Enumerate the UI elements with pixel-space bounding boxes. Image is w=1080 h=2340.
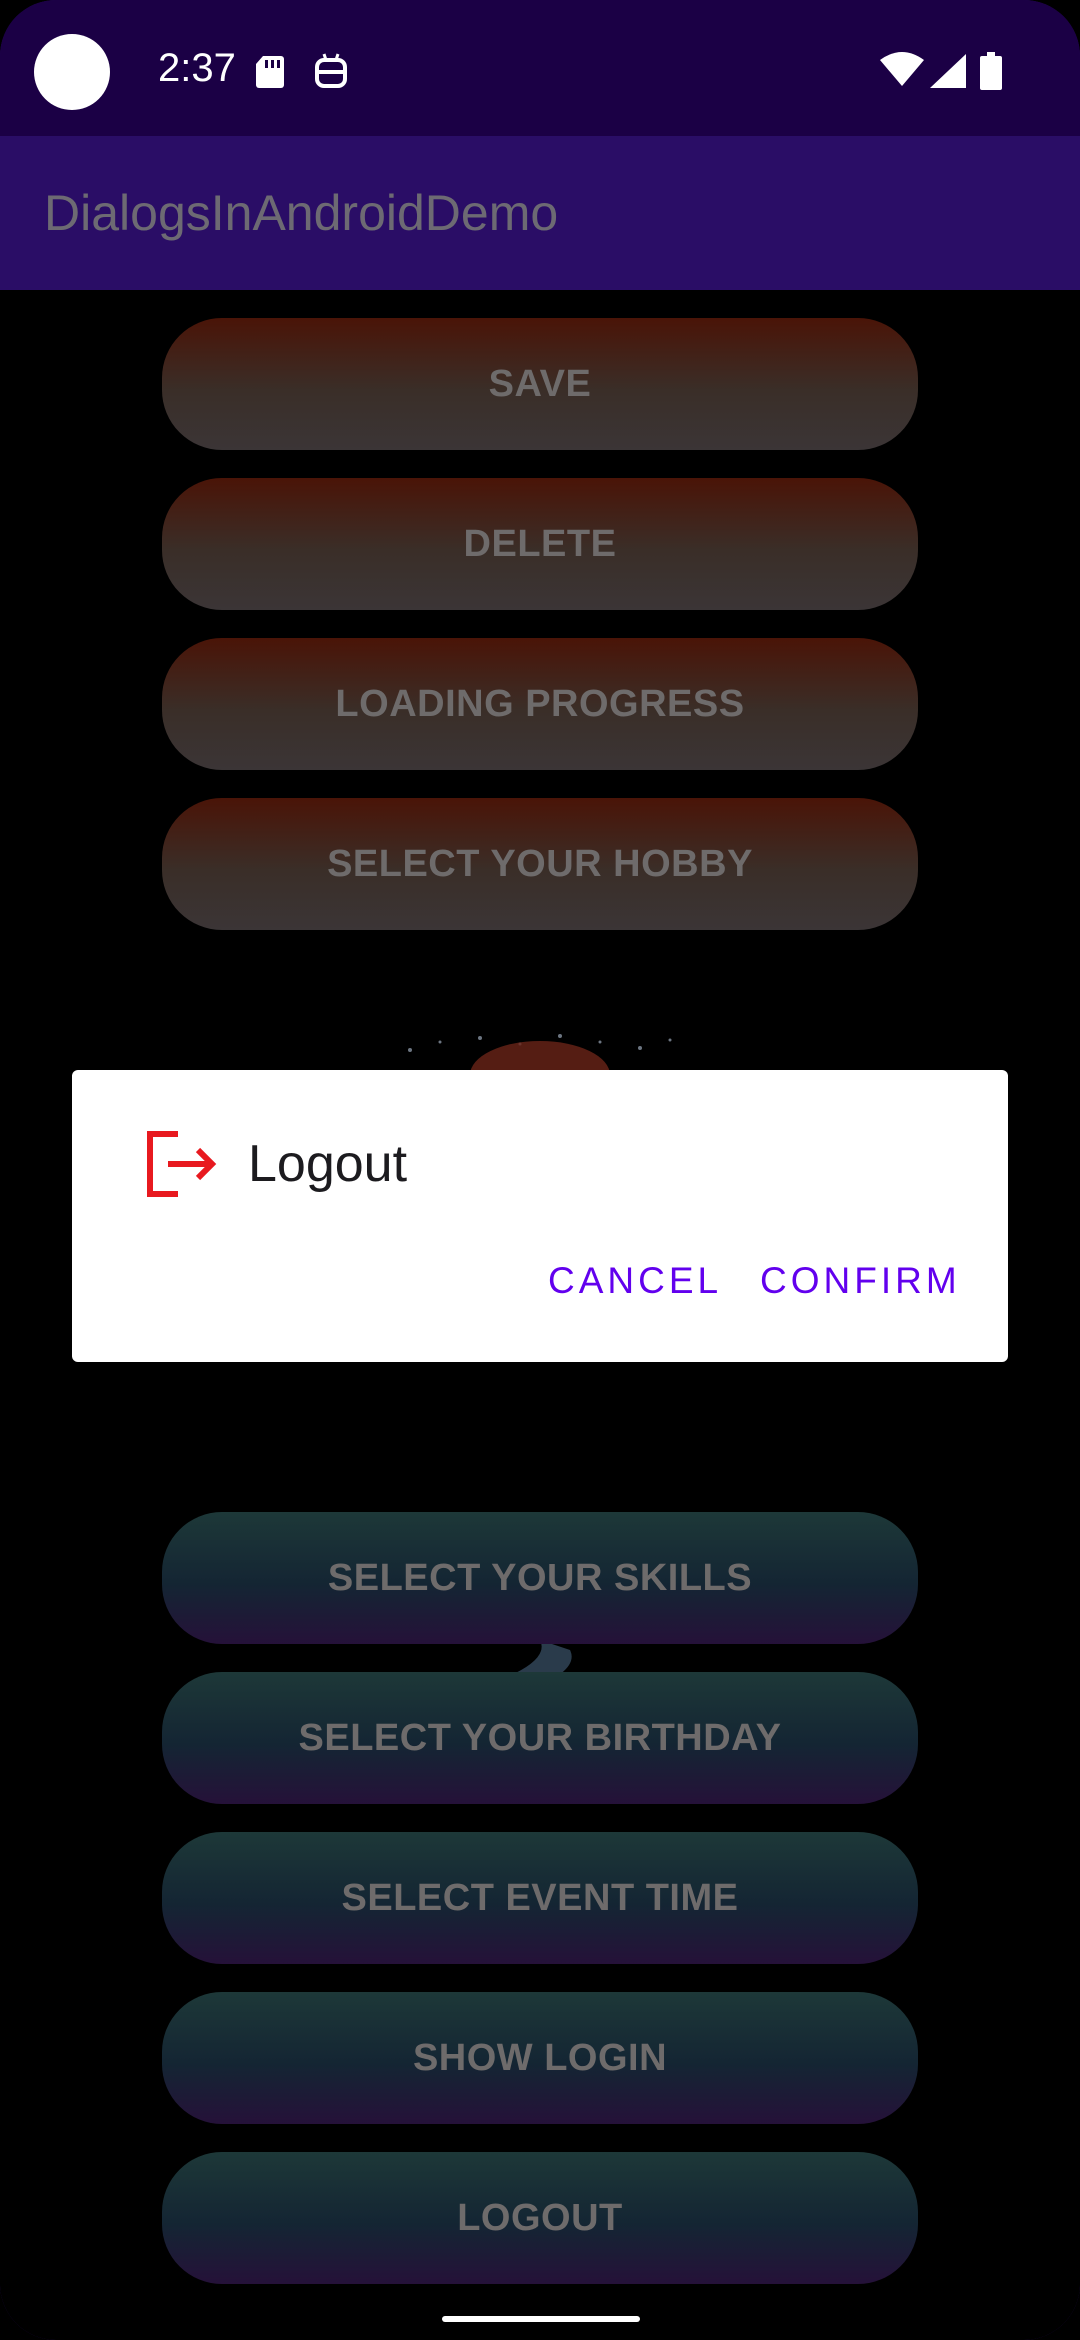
navigation-handle[interactable] [442, 2316, 640, 2322]
dialog-cancel-button[interactable]: CANCEL [548, 1260, 722, 1302]
logout-icon [147, 1131, 217, 1197]
dialog-title: Logout [248, 1135, 408, 1193]
logout-dialog: Logout CANCEL CONFIRM [72, 1070, 1008, 1362]
dialog-confirm-button[interactable]: CONFIRM [760, 1260, 961, 1302]
phone-screen: 2:37 DialogsInAndroidDemo SAVE DELETE LO… [0, 0, 1080, 2340]
